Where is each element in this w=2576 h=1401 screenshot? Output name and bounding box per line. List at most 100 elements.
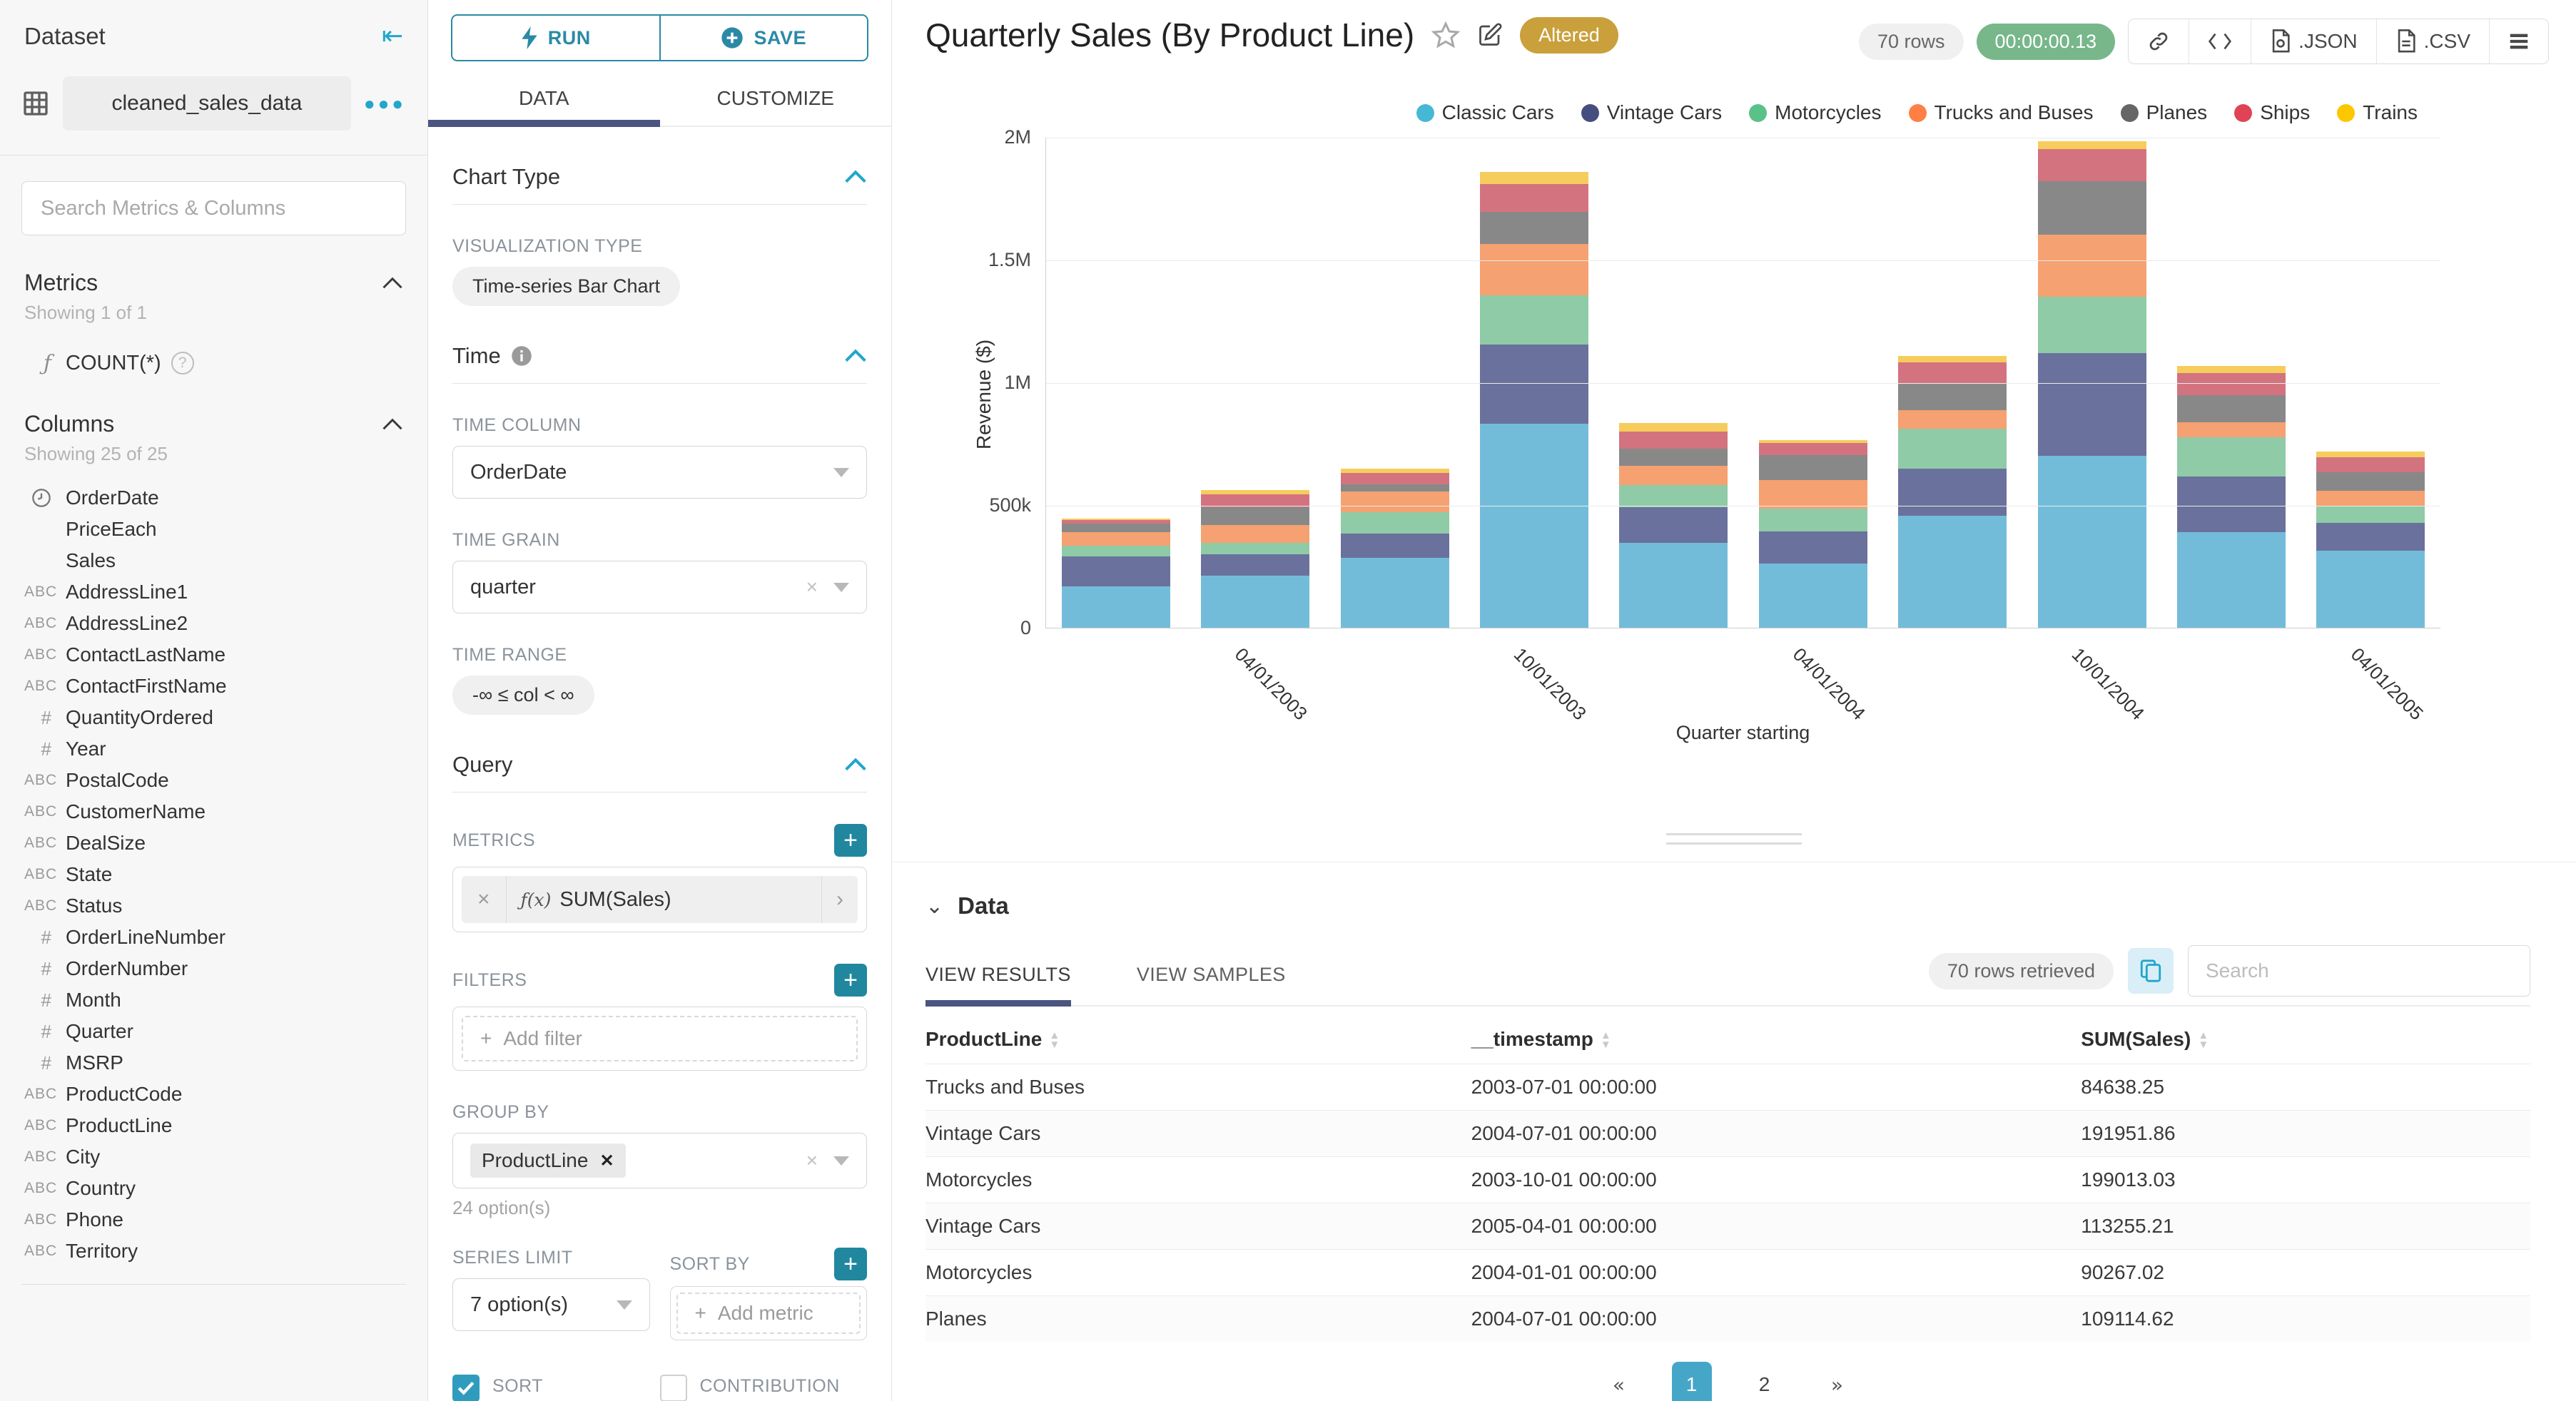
- collapse-time-icon[interactable]: [844, 349, 867, 363]
- column-item[interactable]: ABC Phone: [24, 1204, 427, 1236]
- bar-segment[interactable]: [2316, 491, 2425, 506]
- column-item[interactable]: ABC ProductLine: [24, 1110, 427, 1141]
- column-item[interactable]: Sales: [24, 545, 427, 576]
- column-item[interactable]: ABC AddressLine2: [24, 608, 427, 639]
- bar-segment[interactable]: [2037, 148, 2146, 181]
- bar-segment[interactable]: [1061, 545, 1170, 557]
- collapse-query-icon[interactable]: [844, 758, 867, 772]
- bar-segment[interactable]: [2176, 437, 2286, 477]
- column-item[interactable]: ABC DealSize: [24, 827, 427, 859]
- bar-segment[interactable]: [2176, 373, 2286, 395]
- bar-segment[interactable]: [2316, 472, 2425, 491]
- collapse-metrics-icon[interactable]: [382, 277, 403, 290]
- column-item[interactable]: ABC CustomerName: [24, 796, 427, 827]
- bar-segment[interactable]: [1061, 586, 1170, 628]
- bar-segment[interactable]: [1201, 543, 1310, 554]
- contribution-checkbox[interactable]: [659, 1375, 687, 1401]
- copy-data-button[interactable]: [2128, 948, 2174, 994]
- save-button[interactable]: SAVE: [659, 14, 868, 61]
- tab-data[interactable]: DATA: [428, 80, 660, 127]
- bar-segment[interactable]: [1479, 171, 1588, 185]
- bar-segment[interactable]: [1758, 443, 1867, 455]
- series-limit-select[interactable]: 7 option(s): [452, 1278, 650, 1331]
- pagination-page-button[interactable]: 1: [1671, 1362, 1712, 1401]
- stacked-bar[interactable]: [1061, 518, 1170, 628]
- bar-segment[interactable]: [1619, 465, 1728, 486]
- collapse-sidebar-icon[interactable]: ⇤: [382, 21, 403, 51]
- run-button[interactable]: RUN: [451, 14, 660, 61]
- bar-segment[interactable]: [1619, 431, 1728, 449]
- bar-segment[interactable]: [1340, 557, 1449, 628]
- column-item[interactable]: # OrderLineNumber: [24, 922, 427, 953]
- metric-item[interactable]: ƒ COUNT(*) ?: [24, 345, 427, 381]
- time-range-value[interactable]: -∞ ≤ col < ∞: [452, 676, 594, 715]
- column-item[interactable]: ABC PostalCode: [24, 765, 427, 796]
- stacked-bar[interactable]: [2316, 451, 2425, 628]
- column-item[interactable]: ABC Country: [24, 1173, 427, 1204]
- metric-chip[interactable]: × ƒ(x) SUM(Sales) ›: [462, 876, 858, 923]
- bar-segment[interactable]: [1340, 533, 1449, 558]
- bar-segment[interactable]: [1340, 491, 1449, 513]
- bar-segment[interactable]: [1898, 469, 2007, 516]
- bar-segment[interactable]: [1479, 344, 1588, 424]
- table-column-header[interactable]: SUM(Sales) ▲ ▼: [2081, 1011, 2530, 1064]
- bar-segment[interactable]: [2176, 531, 2286, 628]
- bar-segment[interactable]: [2176, 366, 2286, 374]
- sort-icon[interactable]: ▲ ▼: [1601, 1030, 1611, 1049]
- bar-segment[interactable]: [1619, 448, 1728, 466]
- column-item[interactable]: # QuantityOrdered: [24, 702, 427, 733]
- bar-segment[interactable]: [1758, 531, 1867, 564]
- bar-segment[interactable]: [1758, 563, 1867, 628]
- remove-chip-icon[interactable]: ✕: [599, 1151, 614, 1171]
- legend-item[interactable]: Trains: [2337, 101, 2418, 124]
- bar-segment[interactable]: [2037, 180, 2146, 235]
- bar-segment[interactable]: [1898, 362, 2007, 384]
- panel-resize-handle[interactable]: [1666, 833, 1802, 852]
- tab-view-results[interactable]: VIEW RESULTS: [926, 954, 1071, 1007]
- bar-segment[interactable]: [1619, 485, 1728, 508]
- tab-view-samples[interactable]: VIEW SAMPLES: [1137, 954, 1286, 1005]
- column-item[interactable]: # Month: [24, 984, 427, 1016]
- stacked-bar[interactable]: [2037, 141, 2146, 628]
- bar-segment[interactable]: [1479, 184, 1588, 213]
- add-metric-button[interactable]: +: [834, 824, 867, 857]
- sort-descending-option[interactable]: SORT DESCENDING: [452, 1373, 660, 1401]
- bar-segment[interactable]: [2037, 297, 2146, 353]
- bar-segment[interactable]: [2316, 457, 2425, 472]
- bar-segment[interactable]: [2316, 451, 2425, 457]
- add-sort-metric-dropzone[interactable]: + Add metric: [676, 1293, 861, 1334]
- legend-item[interactable]: Motorcycles: [1749, 101, 1882, 124]
- contribution-option[interactable]: CONTRIBUTION: [659, 1373, 868, 1401]
- dataset-name[interactable]: cleaned_sales_data: [63, 76, 351, 131]
- bar-segment[interactable]: [2176, 477, 2286, 532]
- add-filter-dropzone[interactable]: + Add filter: [462, 1016, 858, 1061]
- stacked-bar[interactable]: [1340, 468, 1449, 628]
- search-metrics-columns-input[interactable]: [21, 181, 406, 235]
- column-item[interactable]: ABC Territory: [24, 1236, 427, 1267]
- pagination-prev-button[interactable]: «: [1599, 1373, 1639, 1397]
- dataset-options-icon[interactable]: ●●●: [364, 93, 406, 115]
- bar-segment[interactable]: [1061, 556, 1170, 586]
- bar-segment[interactable]: [1479, 212, 1588, 245]
- bar-segment[interactable]: [2037, 141, 2146, 149]
- sort-icon[interactable]: ▲ ▼: [1049, 1030, 1060, 1049]
- bar-segment[interactable]: [2176, 394, 2286, 423]
- bar-segment[interactable]: [1479, 424, 1588, 628]
- table-column-header[interactable]: __timestamp ▲ ▼: [1471, 1011, 2081, 1064]
- column-item[interactable]: ABC ContactLastName: [24, 639, 427, 671]
- bar-segment[interactable]: [1201, 554, 1310, 576]
- bar-segment[interactable]: [1479, 244, 1588, 296]
- tab-customize[interactable]: CUSTOMIZE: [660, 80, 892, 126]
- bar-segment[interactable]: [2037, 235, 2146, 297]
- bar-segment[interactable]: [1340, 484, 1449, 492]
- viz-type-value[interactable]: Time-series Bar Chart: [452, 267, 681, 306]
- data-panel-header[interactable]: ⌄ Data: [926, 892, 2530, 919]
- bar-segment[interactable]: [1898, 409, 2007, 429]
- time-grain-select[interactable]: quarter ×: [452, 561, 867, 613]
- expand-metric-icon[interactable]: ›: [821, 876, 858, 923]
- bar-segment[interactable]: [2037, 456, 2146, 628]
- collapse-columns-icon[interactable]: [382, 418, 403, 431]
- collapse-chart-type-icon[interactable]: [844, 170, 867, 184]
- column-item[interactable]: OrderDate: [24, 482, 427, 514]
- pagination-page-button[interactable]: 2: [1745, 1373, 1785, 1396]
